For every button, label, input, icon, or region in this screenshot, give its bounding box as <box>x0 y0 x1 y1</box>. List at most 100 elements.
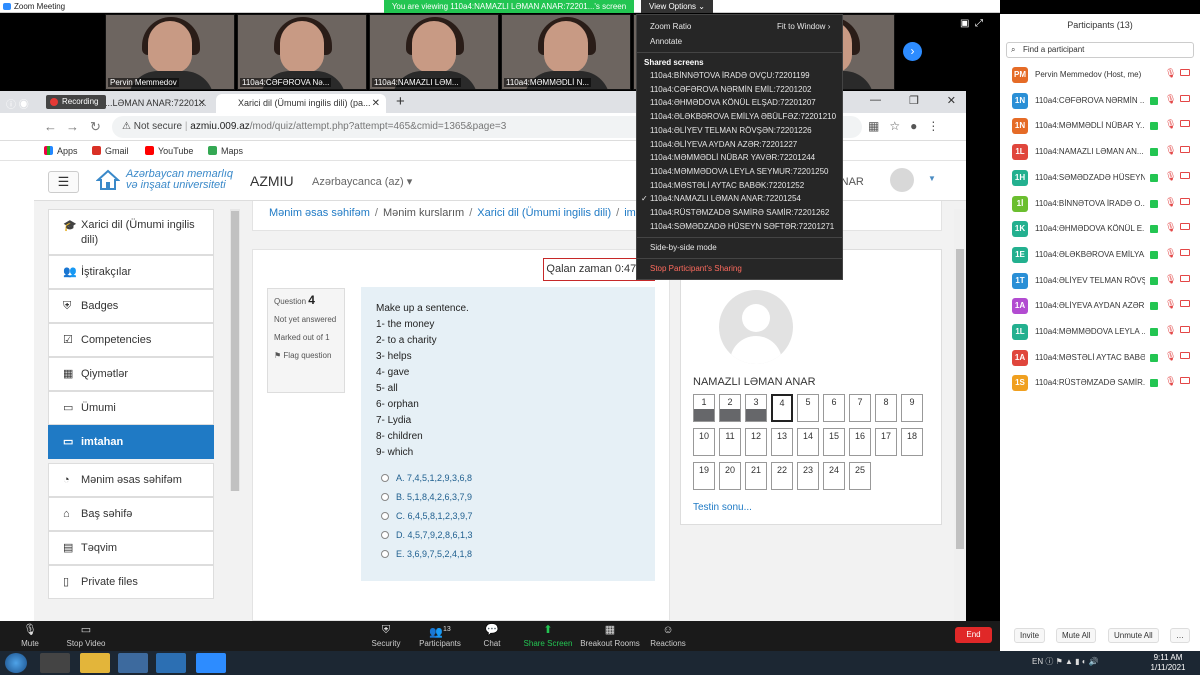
participant-row[interactable]: 1K 110a4:ƏHMƏDOVA KÖNÜL E... 🎙 <box>1000 216 1200 242</box>
question-nav-button[interactable]: 3 <box>745 394 767 422</box>
participant-search[interactable]: ⌕ Find a participant <box>1006 42 1194 58</box>
answer-option[interactable]: C. 6,4,5,8,1,2,3,9,7 <box>381 511 473 521</box>
sidebar-item[interactable]: 👥 İştirakçılar <box>48 255 214 289</box>
bookmark-maps[interactable]: Maps <box>208 141 243 161</box>
sidebar-item[interactable]: ⌂ Baş səhifə <box>48 497 214 531</box>
drawer-scrollbar[interactable] <box>230 209 240 491</box>
participant-row[interactable]: 1L 110a4:MƏMMƏDOVA LEYLA ... 🎙 <box>1000 319 1200 345</box>
mute-button[interactable]: 🎙 Mute <box>0 621 60 648</box>
question-nav-button[interactable]: 10 <box>693 428 715 456</box>
forward-icon[interactable]: → <box>66 119 79 134</box>
question-nav-button[interactable]: 5 <box>797 394 819 422</box>
tab-quiz[interactable]: Xarici dil (Ümumi ingilis dili) (pa... ✕ <box>216 94 386 113</box>
chrome-icon[interactable] <box>118 653 148 673</box>
video-off-icon[interactable] <box>1180 120 1190 128</box>
page-scrollbar[interactable] <box>954 209 966 621</box>
shared-screen-item[interactable]: 110a4:BİNNƏTOVA İRADƏ OVÇU:72201199 <box>650 71 810 80</box>
microphone-muted-icon[interactable]: 🎙 <box>1165 222 1176 233</box>
sidebar-item[interactable]: ⛨ Badges <box>48 289 214 323</box>
answer-option[interactable]: D. 4,5,7,9,2,8,6,1,3 <box>381 530 473 540</box>
new-tab-icon[interactable]: + <box>396 93 405 110</box>
breadcrumb-item[interactable]: Mənim kurslarım <box>383 207 464 219</box>
window-controls[interactable]: — ❐ ✕ <box>870 94 966 107</box>
microphone-muted-icon[interactable]: 🎙 <box>1165 274 1176 285</box>
start-button-icon[interactable] <box>5 653 27 673</box>
participant-row[interactable]: 1N 110a4:CƏFƏROVA NƏRMİN ... 🎙 <box>1000 88 1200 114</box>
radio-button[interactable] <box>381 531 389 539</box>
finish-attempt-link[interactable]: Testin sonu... <box>693 502 752 513</box>
shared-screen-item[interactable]: 110a4:MƏMMƏDLİ NÜBAR YAVƏR:72201244 <box>650 153 815 162</box>
question-nav-button[interactable]: 17 <box>875 428 897 456</box>
media-player-icon[interactable] <box>40 653 70 673</box>
video-off-icon[interactable] <box>1180 171 1190 179</box>
view-options-button[interactable]: View Options ⌄ <box>641 0 713 13</box>
reactions-button[interactable]: ☺ Reactions <box>638 621 698 648</box>
close-tab-icon[interactable]: ✕ <box>372 94 380 113</box>
video-off-icon[interactable] <box>1180 274 1190 282</box>
breadcrumb-item[interactable]: Mənim əsas səhifəm <box>269 207 370 219</box>
bookmark-gmail[interactable]: Gmail <box>92 141 129 161</box>
browser-toolbar-icons[interactable]: ▦☆●⋮ <box>868 119 949 133</box>
video-thumbnail[interactable]: 110a4:CƏFƏROVA Nə... <box>237 14 367 90</box>
question-nav-button[interactable]: 23 <box>797 462 819 490</box>
microphone-muted-icon[interactable]: 🎙 <box>1165 119 1176 130</box>
shared-screen-item[interactable]: 110a4:ƏLƏKBƏROVA EMİLYA ƏBÜLFƏZ:72201210 <box>650 112 836 121</box>
bookmark-youtube[interactable]: YouTube <box>145 141 193 161</box>
chat-button[interactable]: 💬 Chat <box>462 621 522 648</box>
question-nav-button[interactable]: 1 <box>693 394 715 422</box>
zoom-ratio-item[interactable]: Zoom Ratio <box>650 22 691 31</box>
participant-row[interactable]: 1E 110a4:ƏLƏKBƏROVA EMİLYA... 🎙 <box>1000 242 1200 268</box>
site-brand[interactable]: AZMIU <box>250 173 294 189</box>
shared-screen-item[interactable]: 110a4:RÜSTƏMZADƏ SAMİRƏ SAMİR:72201262 <box>650 208 829 217</box>
mute-all-button[interactable]: Mute All <box>1056 628 1097 643</box>
question-nav-button[interactable]: 6 <box>823 394 845 422</box>
menu-toggle-icon[interactable]: ☰ <box>48 171 79 193</box>
question-nav-button[interactable]: 2 <box>719 394 741 422</box>
close-tab-icon[interactable]: ✕ <box>198 94 206 113</box>
participant-row[interactable]: PM Pervin Memmedov (Host, me) 🎙 <box>1000 62 1200 88</box>
zoom-layout-controls[interactable]: ▣ ⤢ <box>960 18 1000 32</box>
microphone-muted-icon[interactable]: 🎙 <box>1165 197 1176 208</box>
radio-button[interactable] <box>381 493 389 501</box>
sidebar-item[interactable]: ◔ Mənim əsas səhifəm <box>48 463 214 497</box>
question-nav-button[interactable]: 16 <box>849 428 871 456</box>
microphone-muted-icon[interactable]: 🎙 <box>1165 171 1176 182</box>
microphone-muted-icon[interactable]: 🎙 <box>1165 299 1176 310</box>
stop-video-button[interactable]: ▭ Stop Video <box>56 621 116 648</box>
question-nav-button[interactable]: 8 <box>875 394 897 422</box>
microphone-muted-icon[interactable]: 🎙 <box>1165 248 1176 259</box>
question-nav-button[interactable]: 9 <box>901 394 923 422</box>
share-screen-button[interactable]: ⬆ Share Screen <box>518 621 578 648</box>
next-thumbnails-arrow-icon[interactable]: › <box>903 42 922 61</box>
system-tray[interactable]: EN ⓘ ⚑ ▲ ▮ ◐ 🔊 <box>1032 656 1099 667</box>
end-meeting-button[interactable]: End <box>955 627 992 643</box>
annotate-item[interactable]: Annotate <box>650 37 682 46</box>
shared-screen-item[interactable]: 110a4:ƏLİYEVA AYDAN AZƏR:72201227 <box>650 140 797 149</box>
question-nav-button[interactable]: 19 <box>693 462 715 490</box>
unmute-all-button[interactable]: Unmute All <box>1108 628 1159 643</box>
answer-option[interactable]: E. 3,6,9,7,5,2,4,1,8 <box>381 549 472 559</box>
microphone-muted-icon[interactable]: 🎙 <box>1165 351 1176 362</box>
video-off-icon[interactable] <box>1180 326 1190 333</box>
video-thumbnail[interactable]: 110a4:MƏMMƏDLİ N... <box>501 14 631 90</box>
video-thumbnail[interactable]: 110a4:NAMAZLI LƏM... <box>369 14 499 90</box>
video-off-icon[interactable] <box>1180 69 1190 76</box>
sidebar-item[interactable]: 🎓 Xarici dil (Ümumi ingilis dili) <box>48 209 214 255</box>
participant-row[interactable]: 1T 110a4:ƏLİYEV TELMAN RÖVŞ... 🎙 <box>1000 268 1200 294</box>
more-options-icon[interactable]: … <box>1170 628 1190 643</box>
question-nav-button[interactable]: 21 <box>745 462 767 490</box>
question-nav-button[interactable]: 11 <box>719 428 741 456</box>
video-off-icon[interactable] <box>1180 377 1190 385</box>
stop-sharing-item[interactable]: Stop Participant's Sharing <box>650 264 742 273</box>
language-selector[interactable]: Azərbaycanca (az) ▾ <box>312 175 412 188</box>
shared-screen-item[interactable]: 110a4:ƏHMƏDOVA KÖNÜL ELŞAD:72201207 <box>650 98 816 107</box>
microphone-muted-icon[interactable]: 🎙 <box>1165 325 1176 336</box>
vscode-icon[interactable] <box>156 653 186 673</box>
microphone-muted-icon[interactable]: 🎙 <box>1165 376 1176 387</box>
shared-screen-item[interactable]: 110a4:SƏMƏDZADƏ HÜSEYN SƏFTƏR:72201271 <box>650 222 834 231</box>
participants-button[interactable]: 👥13 Participants <box>410 621 470 648</box>
question-nav-button[interactable]: 14 <box>797 428 819 456</box>
question-nav-button[interactable]: 25 <box>849 462 871 490</box>
microphone-muted-icon[interactable]: 🎙 <box>1165 94 1176 105</box>
video-off-icon[interactable] <box>1180 248 1190 256</box>
